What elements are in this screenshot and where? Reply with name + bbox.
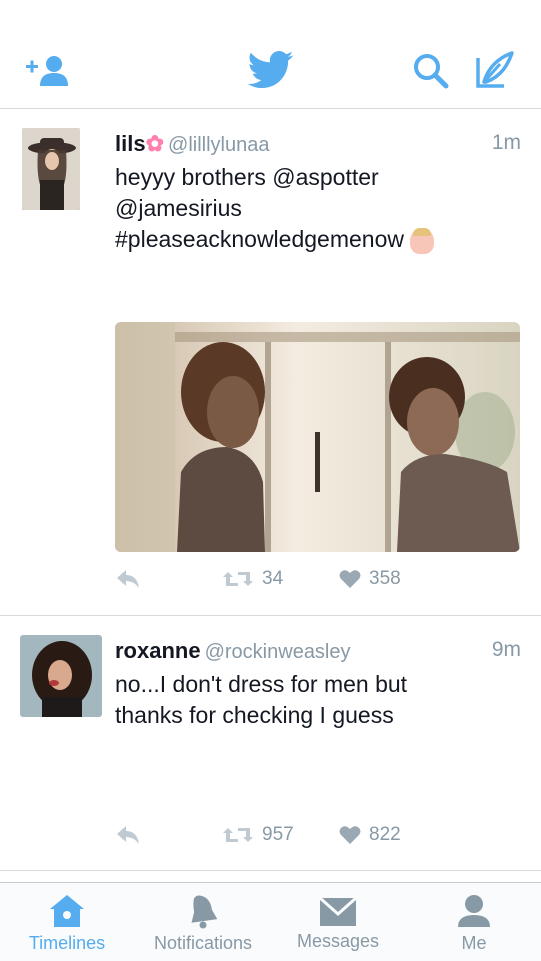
person-icon xyxy=(458,895,490,927)
bell-icon xyxy=(191,895,218,929)
avatar-image xyxy=(20,635,102,717)
display-name: roxanne xyxy=(115,638,201,663)
retweet-icon xyxy=(223,572,253,586)
like-count: 358 xyxy=(369,568,401,589)
tweet-line: no...I don't dress for men but xyxy=(115,671,408,697)
like-count: 822 xyxy=(369,824,401,845)
like-button[interactable]: 358 xyxy=(339,568,401,590)
tab-notifications[interactable]: Notifications xyxy=(146,883,260,961)
tweet-line: thanks for checking I guess xyxy=(115,702,394,728)
retweet-count: 34 xyxy=(262,568,284,589)
tab-label: Notifications xyxy=(153,933,253,953)
tab-label: Messages xyxy=(296,931,380,951)
retweet-icon xyxy=(223,828,253,842)
retweet-button[interactable]: 957 xyxy=(222,824,294,846)
tweet-line: @jamesirius xyxy=(115,195,242,221)
tweet-photo[interactable] xyxy=(115,322,520,552)
flower-emoji: ✿ xyxy=(145,131,165,156)
tweet-timestamp: 1m xyxy=(491,131,521,154)
reply-icon xyxy=(117,570,139,588)
tweet-text: heyyy brothers @aspotter @jamesirius #pl… xyxy=(115,162,495,255)
avatar-image xyxy=(22,128,80,210)
tweet-actions: 34 358 xyxy=(115,568,515,598)
tab-label: Me xyxy=(461,933,487,953)
heart-icon xyxy=(339,826,361,844)
like-button[interactable]: 822 xyxy=(339,824,401,846)
tweet-author[interactable]: lils✿ @lilllylunaa xyxy=(115,131,269,157)
retweet-count: 957 xyxy=(262,824,294,845)
reply-button[interactable] xyxy=(115,824,141,846)
search-icon[interactable] xyxy=(412,52,450,90)
tweet-line: heyyy brothers @aspotter xyxy=(115,164,379,190)
username-handle: @rockinweasley xyxy=(204,641,351,663)
divider xyxy=(0,870,541,871)
photo-image xyxy=(115,322,520,552)
envelope-icon xyxy=(319,897,357,926)
tweet-timestamp: 9m xyxy=(491,638,521,661)
bottom-tab-bar: Timelines Notifications Messages Me xyxy=(0,882,541,961)
retweet-button[interactable]: 34 xyxy=(222,568,283,590)
twitter-bird-icon[interactable] xyxy=(248,50,294,90)
tweet-author[interactable]: roxanne @rockinweasley xyxy=(115,638,351,664)
compose-icon[interactable] xyxy=(474,50,516,90)
avatar[interactable] xyxy=(22,128,80,210)
home-icon xyxy=(50,895,84,927)
avatar[interactable] xyxy=(20,635,102,717)
tab-timelines[interactable]: Timelines xyxy=(18,883,116,961)
top-navigation-bar xyxy=(0,0,541,109)
heart-icon xyxy=(339,570,361,588)
tab-me[interactable]: Me xyxy=(444,883,504,961)
username-handle: @lilllylunaa xyxy=(168,134,270,156)
tab-messages[interactable]: Messages xyxy=(290,883,386,961)
tweet-line: #pleaseacknowledgemenow xyxy=(115,224,495,255)
tweet-text: no...I don't dress for men but thanks fo… xyxy=(115,669,515,731)
add-user-icon[interactable] xyxy=(24,54,72,88)
tweet-actions: 957 822 xyxy=(115,824,515,854)
reply-button[interactable] xyxy=(115,568,141,590)
reply-icon xyxy=(117,826,139,844)
raised-hand-emoji xyxy=(410,227,435,254)
display-name: lils xyxy=(115,131,146,156)
tab-label: Timelines xyxy=(28,933,106,953)
